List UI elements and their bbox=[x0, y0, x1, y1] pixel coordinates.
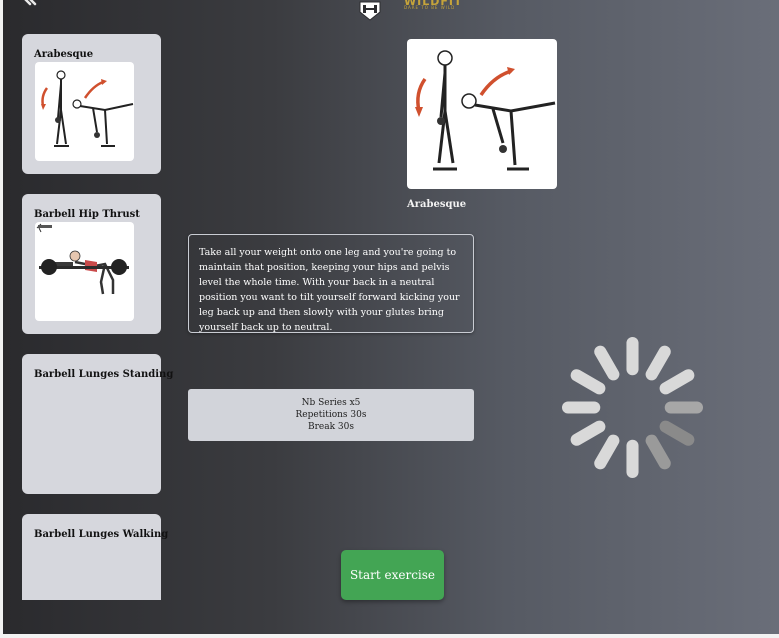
hip-thrust-thumbnail bbox=[35, 222, 134, 321]
spinner-spoke bbox=[626, 337, 639, 376]
exercise-card-barbell-lunges-standing[interactable]: Barbell Lunges Standing bbox=[22, 354, 173, 494]
spinner-spoke bbox=[645, 345, 671, 381]
exercise-description: Take all your weight onto one leg and yo… bbox=[188, 234, 474, 333]
spinner-icon bbox=[562, 337, 703, 478]
break-duration: Break 30s bbox=[308, 422, 354, 432]
spinner-spoke bbox=[570, 420, 606, 446]
spinner-spoke bbox=[645, 434, 671, 470]
back-chevrons-icon[interactable] bbox=[22, 0, 42, 8]
window-edge-left bbox=[0, 0, 3, 638]
arabesque-thumbnail bbox=[35, 62, 134, 161]
exercise-card-barbell-lunges-walking[interactable]: Barbell Lunges Walking bbox=[22, 514, 168, 600]
repetitions-duration: Repetitions 30s bbox=[295, 410, 367, 420]
spinner-spoke bbox=[562, 401, 601, 414]
exercise-card-title: Barbell Hip Thrust bbox=[34, 209, 140, 220]
exercise-card-title: Barbell Lunges Standing bbox=[34, 369, 174, 380]
exercise-settings-panel: Nb Series x5 Repetitions 30s Break 30s bbox=[188, 389, 474, 441]
logo-tagline: DARE TO BE WILD bbox=[404, 5, 456, 10]
spinner-spoke bbox=[659, 369, 695, 395]
exercise-card-title: Barbell Lunges Walking bbox=[34, 529, 169, 540]
spinner-spoke bbox=[594, 434, 620, 470]
exercise-card-barbell-hip-thrust[interactable]: Barbell Hip Thrust bbox=[22, 194, 161, 334]
exercise-card-title: Arabesque bbox=[34, 49, 94, 60]
start-exercise-button[interactable]: Start exercise bbox=[341, 550, 444, 600]
spinner-spoke bbox=[626, 439, 639, 478]
spinner-spoke bbox=[594, 345, 620, 381]
selected-exercise-name: Arabesque bbox=[407, 199, 467, 210]
selected-exercise-image bbox=[407, 39, 557, 189]
spinner-spoke bbox=[659, 420, 695, 446]
series-count: Nb Series x5 bbox=[301, 398, 361, 408]
spinner-spoke bbox=[664, 401, 703, 414]
spinner-spoke bbox=[570, 369, 606, 395]
exercise-card-arabesque[interactable]: Arabesque bbox=[22, 34, 161, 174]
window-edge-bottom bbox=[0, 634, 779, 638]
